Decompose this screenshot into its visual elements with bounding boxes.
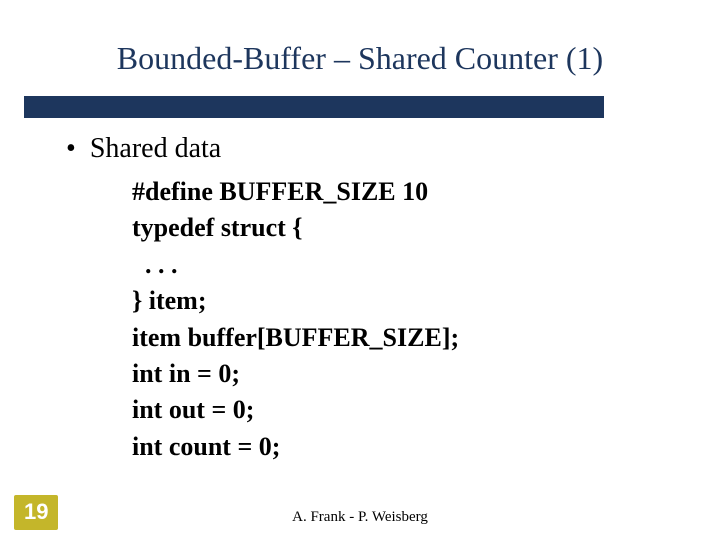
- footer-text: A. Frank - P. Weisberg: [0, 509, 720, 526]
- slide-title: Bounded-Buffer – Shared Counter (1): [0, 40, 720, 77]
- code-line: item buffer[BUFFER_SIZE];: [132, 323, 459, 352]
- code-line: . . .: [132, 250, 178, 279]
- code-line: int out = 0;: [132, 395, 254, 424]
- code-line: typedef struct {: [132, 213, 303, 242]
- code-block: #define BUFFER_SIZE 10 typedef struct { …: [132, 174, 459, 465]
- title-divider: [24, 96, 604, 118]
- bullet-item: • Shared data: [66, 133, 221, 165]
- slide: Bounded-Buffer – Shared Counter (1) • Sh…: [0, 0, 720, 540]
- code-line: #define BUFFER_SIZE 10: [132, 177, 428, 206]
- code-line: } item;: [132, 286, 206, 315]
- code-line: int in = 0;: [132, 359, 240, 388]
- code-line: int count = 0;: [132, 432, 280, 461]
- bullet-text: Shared data: [90, 133, 221, 165]
- bullet-dot-icon: •: [66, 135, 76, 163]
